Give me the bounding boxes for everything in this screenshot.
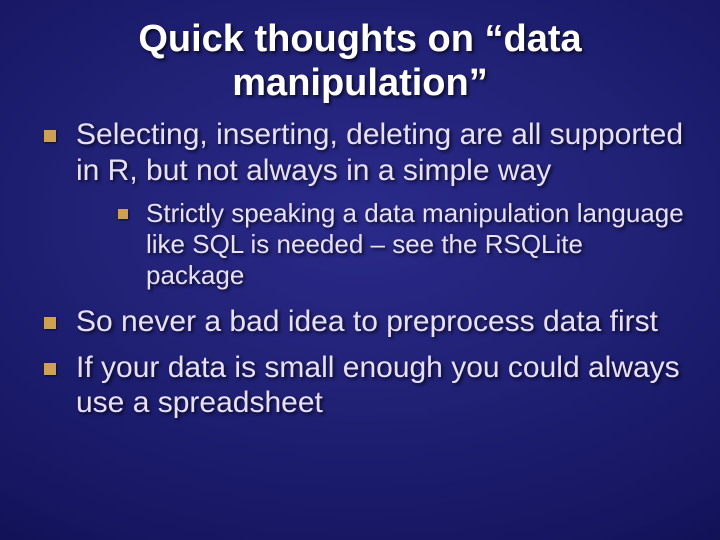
slide: Quick thoughts on “data manipulation” Se… (0, 0, 720, 540)
slide-title: Quick thoughts on “data manipulation” (0, 0, 720, 117)
list-item: So never a bad idea to preprocess data f… (36, 304, 684, 339)
bullet-list: Selecting, inserting, deleting are all s… (0, 117, 720, 420)
bullet-text: If your data is small enough you could a… (76, 351, 680, 419)
list-item: Strictly speaking a data manipulation la… (112, 198, 684, 290)
bullet-text: Selecting, inserting, deleting are all s… (76, 118, 683, 186)
sub-bullet-list: Strictly speaking a data manipulation la… (76, 198, 684, 290)
list-item: If your data is small enough you could a… (36, 350, 684, 421)
bullet-text: So never a bad idea to preprocess data f… (76, 305, 658, 338)
list-item: Selecting, inserting, deleting are all s… (36, 117, 684, 290)
bullet-text: Strictly speaking a data manipulation la… (146, 198, 684, 289)
